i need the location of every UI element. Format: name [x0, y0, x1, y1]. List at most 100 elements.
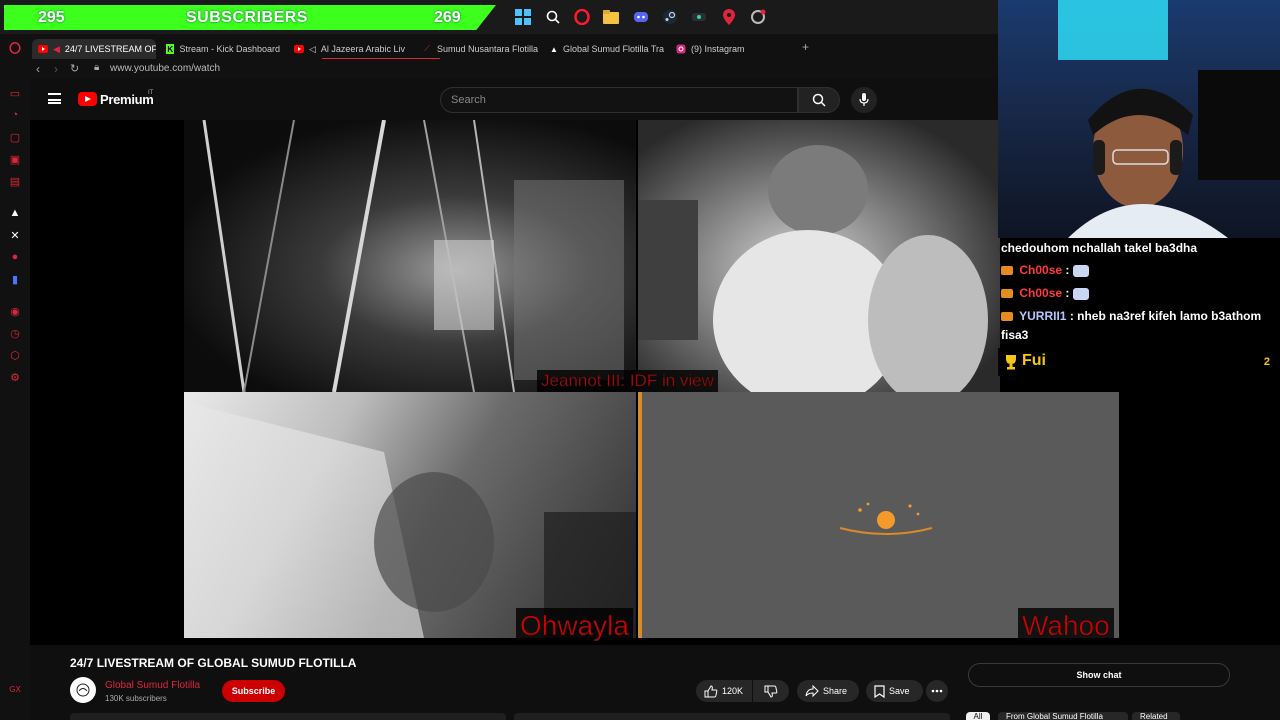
more-horizontal-icon: [931, 689, 943, 693]
leaderboard-name: Fui: [1022, 352, 1046, 369]
camera-feed-jeannot: [184, 120, 636, 392]
search-box: [440, 87, 798, 113]
like-count: 120K: [722, 686, 744, 696]
description-box[interactable]: [70, 713, 506, 720]
browser-sidebar: ▭ ◔ ▢ ▣ ▤ ▲ ✕ ● ▮ ◉ ◷ ⬡ ⚙ GX: [0, 34, 30, 720]
tab-label: Stream - Kick Dashboard: [179, 44, 280, 54]
chip-related[interactable]: Related: [1132, 712, 1180, 720]
chat-text: fisa3: [1001, 328, 1029, 342]
menu-icon[interactable]: [48, 93, 61, 104]
opera-icon[interactable]: [573, 8, 591, 26]
tab-label: Global Sumud Flotilla Tra: [562, 44, 664, 54]
youtube-sidebar-icon[interactable]: ●: [8, 250, 22, 264]
tab-kick-dashboard[interactable]: K Stream - Kick Dashboard: [160, 39, 280, 59]
caption-ohwayla: Ohwayla: [516, 608, 633, 644]
tab-youtube-livestream[interactable]: ◀ 24/7 LIVESTREAM OF: [32, 39, 156, 59]
chat-message: YURRII1 : nheb na3ref kifeh lamo b3athom: [1001, 306, 1261, 326]
youtube-brand[interactable]: Premium: [100, 92, 154, 107]
chip-all[interactable]: All: [966, 712, 990, 720]
tab-strip: ◀ 24/7 LIVESTREAM OF K Stream - Kick Das…: [30, 34, 1000, 60]
chip-from-channel[interactable]: From Global Sumud Flotilla: [998, 712, 1128, 720]
search-input[interactable]: [441, 88, 797, 112]
bitwarden-icon[interactable]: ▮: [8, 272, 22, 286]
steam-icon[interactable]: [661, 8, 679, 26]
channel-name[interactable]: Global Sumud Flotilla: [105, 680, 200, 691]
emote-icon: [1072, 287, 1089, 300]
sub-badge-icon: [1001, 289, 1013, 299]
chat-message: Ch00se :: [1001, 283, 1089, 303]
country-code: IT: [148, 90, 154, 96]
url-field[interactable]: www.youtube.com/watch: [110, 63, 220, 74]
twitch-icon[interactable]: ▣: [8, 152, 22, 166]
chat-username[interactable]: YURRII1: [1019, 309, 1066, 323]
voice-search-button[interactable]: [851, 87, 877, 113]
tab-muted-icon: ◁: [309, 43, 316, 54]
instagram-icon: [676, 44, 686, 54]
speed-dial-icon[interactable]: ◔: [8, 108, 22, 122]
tab-global-sumud-tracker[interactable]: ▲ Global Sumud Flotilla Tra: [544, 39, 664, 59]
comments-box[interactable]: [514, 713, 950, 720]
sub-badge-icon: [1001, 312, 1013, 322]
search-button[interactable]: [798, 87, 840, 113]
subscriber-label: SUBSCRIBERS: [186, 9, 308, 26]
triangle-icon: ▲: [550, 44, 558, 54]
show-chat-button[interactable]: Show chat: [968, 663, 1230, 687]
more-actions-button[interactable]: [926, 680, 948, 702]
chat-username[interactable]: Ch00se: [1019, 263, 1062, 277]
youtube-header: Premium IT: [30, 78, 1000, 120]
forward-icon[interactable]: ›: [54, 62, 58, 76]
chat-username[interactable]: Ch00se: [1019, 286, 1062, 300]
like-button[interactable]: 120K: [696, 680, 752, 702]
tab-al-jazeera[interactable]: ◁ Al Jazeera Arabic Liv: [288, 39, 412, 59]
sidebar-settings-icon[interactable]: ⚙: [8, 370, 22, 384]
bag-icon[interactable]: ▢: [8, 130, 22, 144]
search-icon: [812, 93, 826, 107]
opera-logo-icon[interactable]: [8, 41, 22, 55]
subscribe-button[interactable]: Subscribe: [222, 680, 285, 702]
reload-icon[interactable]: ↻: [70, 62, 79, 75]
back-icon[interactable]: ‹: [36, 62, 40, 76]
streamer-webcam: [998, 0, 1280, 238]
subscriber-count-right: 269: [434, 9, 461, 26]
youtube-icon: [38, 44, 48, 54]
tab-sumud-nusantara[interactable]: ⟋ Sumud Nusantara Flotilla: [416, 39, 540, 59]
folder-icon[interactable]: [602, 8, 620, 26]
save-button[interactable]: Save: [866, 680, 923, 702]
chat-text: :: [1065, 263, 1070, 277]
maps-pin-icon[interactable]: [720, 8, 738, 26]
microphone-icon: [859, 93, 869, 106]
kick-sidebar-icon[interactable]: ▲: [8, 206, 22, 220]
tab-instagram[interactable]: (9) Instagram: [670, 39, 790, 59]
tab-audio-icon: ◀: [53, 43, 60, 54]
caption-wahoo: Wahoo: [1018, 608, 1114, 644]
chat-message: Ch00se :: [1001, 260, 1089, 280]
youtube-logo-icon[interactable]: [78, 92, 97, 106]
new-tab-button[interactable]: +: [802, 40, 809, 54]
discord-icon[interactable]: [632, 8, 650, 26]
extensions-icon[interactable]: ⬡: [8, 348, 22, 362]
sub-badge-icon: [1001, 266, 1013, 276]
gamepad-icon[interactable]: ▭: [8, 86, 22, 100]
caption-jeannot: Jeannot III: IDF in view: [537, 370, 718, 392]
flotilla-icon: ⟋: [424, 44, 430, 53]
gx-icon[interactable]: GX: [8, 682, 22, 696]
app-icon[interactable]: [690, 8, 708, 26]
leaderboard-count: 2: [1263, 356, 1270, 368]
subscriber-counter-bar: 295 SUBSCRIBERS 269: [4, 5, 496, 30]
x-icon[interactable]: ✕: [8, 228, 22, 242]
thumbs-up-icon: [704, 684, 718, 697]
save-label: Save: [889, 686, 910, 696]
channel-avatar[interactable]: [70, 677, 96, 703]
news-icon[interactable]: ▤: [8, 174, 22, 188]
chat-message: fisa3: [1001, 325, 1028, 345]
search-icon[interactable]: [544, 8, 562, 26]
video-title: 24/7 LIVESTREAM OF GLOBAL SUMUD FLOTILLA: [70, 656, 357, 670]
windows-icon[interactable]: [514, 8, 532, 26]
camera-feed-cabin: [638, 120, 1000, 392]
player-icon[interactable]: ◉: [8, 304, 22, 318]
share-button[interactable]: Share: [797, 680, 859, 702]
history-icon[interactable]: ◷: [8, 326, 22, 340]
dislike-button[interactable]: [753, 680, 789, 702]
settings-icon[interactable]: [749, 8, 767, 26]
chat-text: : nheb na3ref kifeh lamo b3athom: [1069, 309, 1262, 323]
